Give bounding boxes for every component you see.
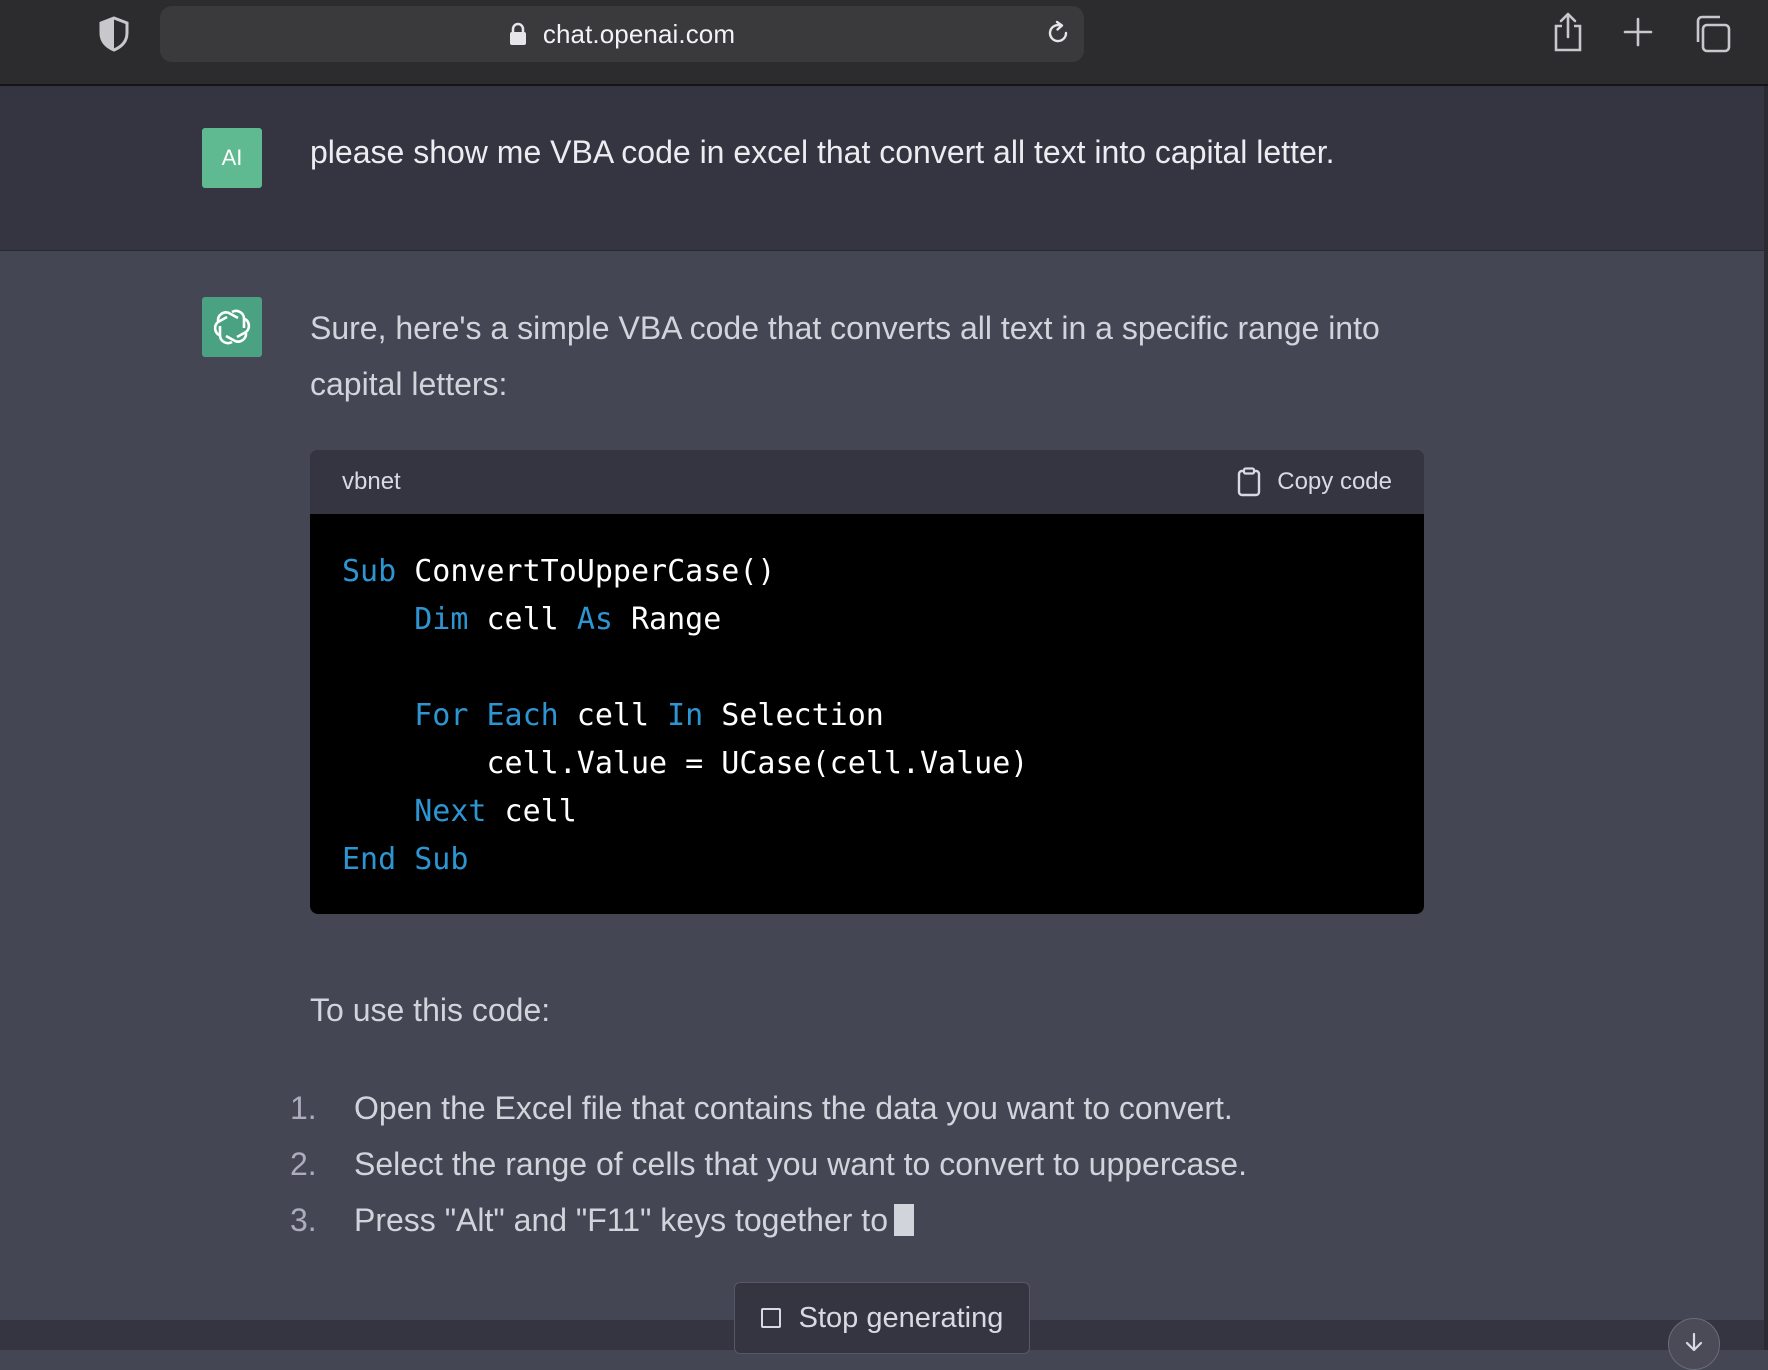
code-keyword: Sub <box>342 554 397 589</box>
list-item: 2. Select the range of cells that you wa… <box>290 1136 1490 1192</box>
usage-heading: To use this code: <box>310 992 551 1028</box>
tabs-overview-icon[interactable] <box>1690 12 1734 56</box>
lock-icon <box>509 20 531 48</box>
code-text: ConvertToUpperCase() <box>396 554 776 589</box>
code-text: cell <box>468 602 577 637</box>
code-keyword: Next <box>414 794 487 829</box>
step-text: Open the Excel file that contains the da… <box>354 1089 1233 1126</box>
scrollbar[interactable] <box>1764 86 1768 1350</box>
assistant-intro-text: Sure, here's a simple VBA code that conv… <box>310 310 1380 402</box>
step-text: Select the range of cells that you want … <box>354 1145 1247 1182</box>
code-line: Next cell <box>342 788 1392 836</box>
browser-toolbar: chat.openai.com <box>0 0 1768 86</box>
code-keyword: Sub <box>414 842 469 877</box>
code-language-label: vbnet <box>342 468 401 495</box>
stop-generating-button[interactable]: Stop generating <box>734 1282 1030 1354</box>
step-number: 3. <box>290 1201 317 1238</box>
code-keyword: End <box>342 842 397 877</box>
code-text: Range <box>612 602 722 637</box>
code-line: For Each cell In Selection <box>342 692 1392 740</box>
url-text: chat.openai.com <box>542 18 736 49</box>
stop-generating-label: Stop generating <box>798 1301 1004 1334</box>
step-number: 1. <box>290 1089 317 1126</box>
copy-code-label: Copy code <box>1277 468 1392 495</box>
code-keyword: For <box>414 698 469 733</box>
code-block-header: vbnet Copy code <box>310 450 1424 514</box>
reload-icon[interactable] <box>1040 15 1076 51</box>
assistant-avatar <box>202 297 262 357</box>
user-message-row: AI please show me VBA code in excel that… <box>0 86 1764 251</box>
code-text: cell.Value = UCase(cell.Value) <box>342 746 1029 781</box>
code-keyword: Each <box>486 698 559 733</box>
typing-cursor <box>893 1204 914 1236</box>
stop-icon <box>760 1308 781 1328</box>
scroll-to-bottom-button[interactable] <box>1668 1318 1720 1370</box>
openai-logo-icon <box>211 306 253 348</box>
code-keyword: Dim <box>414 602 469 637</box>
list-item: 3. Press "Alt" and "F11" keys together t… <box>290 1192 1490 1248</box>
user-message-text: please show me VBA code in excel that co… <box>310 134 1335 170</box>
code-keyword: As <box>576 602 613 637</box>
steps-list: 1. Open the Excel file that contains the… <box>290 1080 1490 1248</box>
list-item: 1. Open the Excel file that contains the… <box>290 1080 1490 1136</box>
clipboard-icon <box>1237 466 1263 498</box>
code-line: cell.Value = UCase(cell.Value) <box>342 740 1392 788</box>
code-line: Sub ConvertToUpperCase() <box>342 548 1392 596</box>
code-line: End Sub <box>342 836 1392 884</box>
code-text: cell <box>558 698 668 733</box>
user-avatar: AI <box>202 128 262 188</box>
shield-icon[interactable] <box>96 12 132 56</box>
share-icon[interactable] <box>1548 8 1588 56</box>
step-text: Press "Alt" and "F11" keys together to <box>354 1201 888 1238</box>
code-block: vbnet Copy code Sub ConvertToUpperCase()… <box>310 450 1424 914</box>
code-text: cell <box>486 794 577 829</box>
step-number: 2. <box>290 1145 317 1182</box>
code-keyword: In <box>667 698 704 733</box>
new-tab-icon[interactable] <box>1620 12 1656 52</box>
code-text: Selection <box>703 698 884 733</box>
copy-code-button[interactable]: Copy code <box>1237 466 1392 498</box>
address-bar[interactable]: chat.openai.com <box>160 6 1084 62</box>
code-line: Dim cell As Range <box>342 596 1392 644</box>
code-content: Sub ConvertToUpperCase() Dim cell As Ran… <box>310 514 1424 884</box>
